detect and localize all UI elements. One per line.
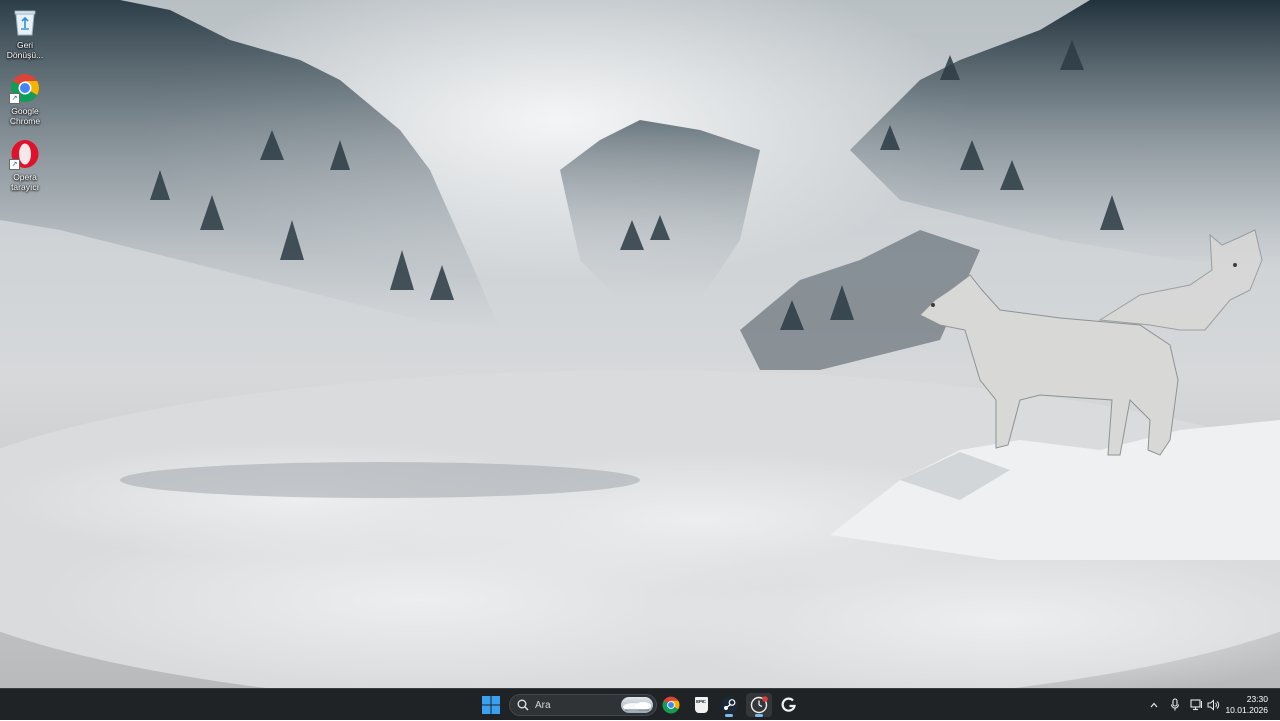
taskbar-search-box[interactable]: Ara: [509, 694, 657, 716]
epic-games-text: EPIC: [696, 699, 706, 704]
microphone-icon: [1170, 698, 1180, 711]
taskbar-clock-app-button[interactable]: [746, 693, 772, 717]
desktop-icon-recycle-bin[interactable]: Geri Dönüşü...: [4, 6, 46, 60]
shortcut-arrow-icon: ↗: [9, 93, 20, 104]
network-ethernet-icon: [1189, 699, 1202, 711]
steam-icon: [720, 696, 738, 714]
opera-icon: ↗: [9, 138, 41, 170]
logitech-g-icon: [781, 697, 796, 712]
taskbar-epic-games-button[interactable]: EPIC: [688, 693, 714, 717]
desktop-icon-label: Opera tarayıcı: [11, 172, 39, 192]
desktop-icon-label: Google Chrome: [9, 106, 41, 126]
chrome-icon: [662, 696, 680, 714]
microphone-button[interactable]: [1167, 689, 1183, 721]
taskbar: Ara EPIC 23:30 10.01.2026: [0, 688, 1280, 720]
desktop-icon-label: Geri Dönüşü...: [6, 40, 44, 60]
start-button[interactable]: [478, 693, 504, 717]
windows-logo-icon: [482, 696, 500, 714]
volume-button[interactable]: [1205, 689, 1221, 721]
taskbar-steam-button[interactable]: [716, 693, 742, 717]
speaker-icon: [1207, 699, 1219, 711]
wallpaper: [0, 0, 1280, 688]
taskbar-g-hub-button[interactable]: [776, 693, 802, 717]
chevron-up-icon: [1150, 702, 1158, 708]
network-button[interactable]: [1188, 689, 1204, 721]
search-placeholder: Ara: [535, 699, 551, 711]
search-icon: [517, 699, 529, 711]
chrome-icon: ↗: [9, 72, 41, 104]
desktop-icon-opera[interactable]: ↗ Opera tarayıcı: [4, 138, 46, 192]
clock-date-button[interactable]: 23:30 10.01.2026: [1225, 694, 1268, 716]
desktop[interactable]: Geri Dönüşü... ↗ Google Chrome ↗ Opera t…: [0, 0, 1280, 688]
running-indicator: [725, 714, 733, 717]
clock-app-icon: [750, 696, 768, 714]
running-indicator: [755, 714, 763, 717]
clock-date: 10.01.2026: [1225, 705, 1268, 715]
taskbar-chrome-button[interactable]: [658, 693, 684, 717]
shortcut-arrow-icon: ↗: [9, 159, 20, 170]
desktop-icon-google-chrome[interactable]: ↗ Google Chrome: [4, 72, 46, 126]
clock-time: 23:30: [1246, 694, 1268, 704]
show-hidden-icons-button[interactable]: [1146, 689, 1162, 721]
recycle-bin-icon: [9, 6, 41, 38]
epic-games-icon: EPIC: [694, 697, 708, 713]
search-highlight-image: [621, 697, 653, 713]
